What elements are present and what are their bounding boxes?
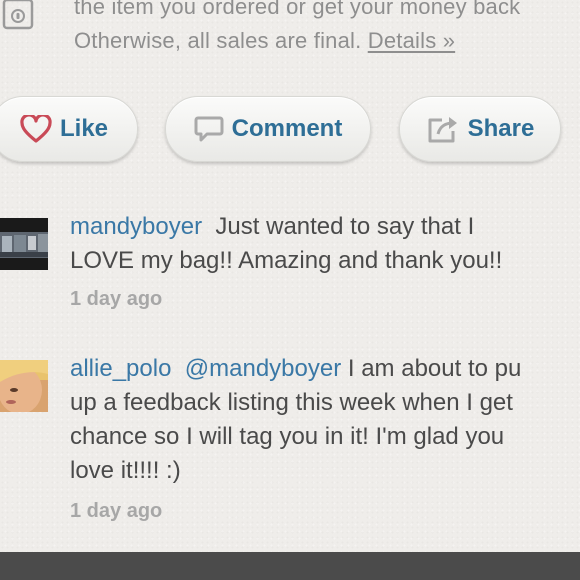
comment-timestamp: 1 day ago [70,500,163,522]
comment-text: allie_polo @mandyboyer I am about to pu … [70,352,580,488]
comment-text: mandyboyer Just wanted to say that I LOV… [70,210,580,278]
policy-final-text: Otherwise, all sales are final. [74,28,362,53]
like-label: Like [59,115,109,142]
comment-username[interactable]: allie_polo [70,355,171,382]
like-button[interactable]: Like [0,96,138,162]
lock-icon [0,0,36,34]
comment-mention[interactable]: @mandyboyer [185,355,341,382]
comment-timestamp: 1 day ago [70,288,163,310]
comment-line: chance so I will tag you in it! I'm glad… [70,423,505,450]
return-policy: the item you ordered or get your money b… [0,0,580,70]
share-button[interactable]: Share [399,96,561,162]
comment-line: I am about to pu [347,355,522,382]
policy-text-line2: Otherwise, all sales are final. Details … [74,28,455,54]
comment-line: Just wanted to say that I [215,213,475,240]
comment-username[interactable]: mandyboyer [70,213,202,240]
comment-line: LOVE my bag!! Amazing and thank you!! [70,247,503,274]
comment-line: love it!!!! :) [70,457,181,484]
heart-icon [20,115,52,143]
comment-button[interactable]: Comment [165,96,371,162]
comment-line: up a feedback listing this week when I g… [70,389,513,416]
policy-text-line1: the item you ordered or get your money b… [74,0,521,19]
bottom-bar [0,552,580,580]
speech-bubble-icon [194,115,224,143]
share-arrow-icon [426,114,460,144]
details-link[interactable]: Details » [368,28,455,53]
avatar[interactable] [0,360,48,412]
comment-label: Comment [231,115,343,142]
avatar[interactable] [0,218,48,270]
share-label: Share [467,115,535,142]
